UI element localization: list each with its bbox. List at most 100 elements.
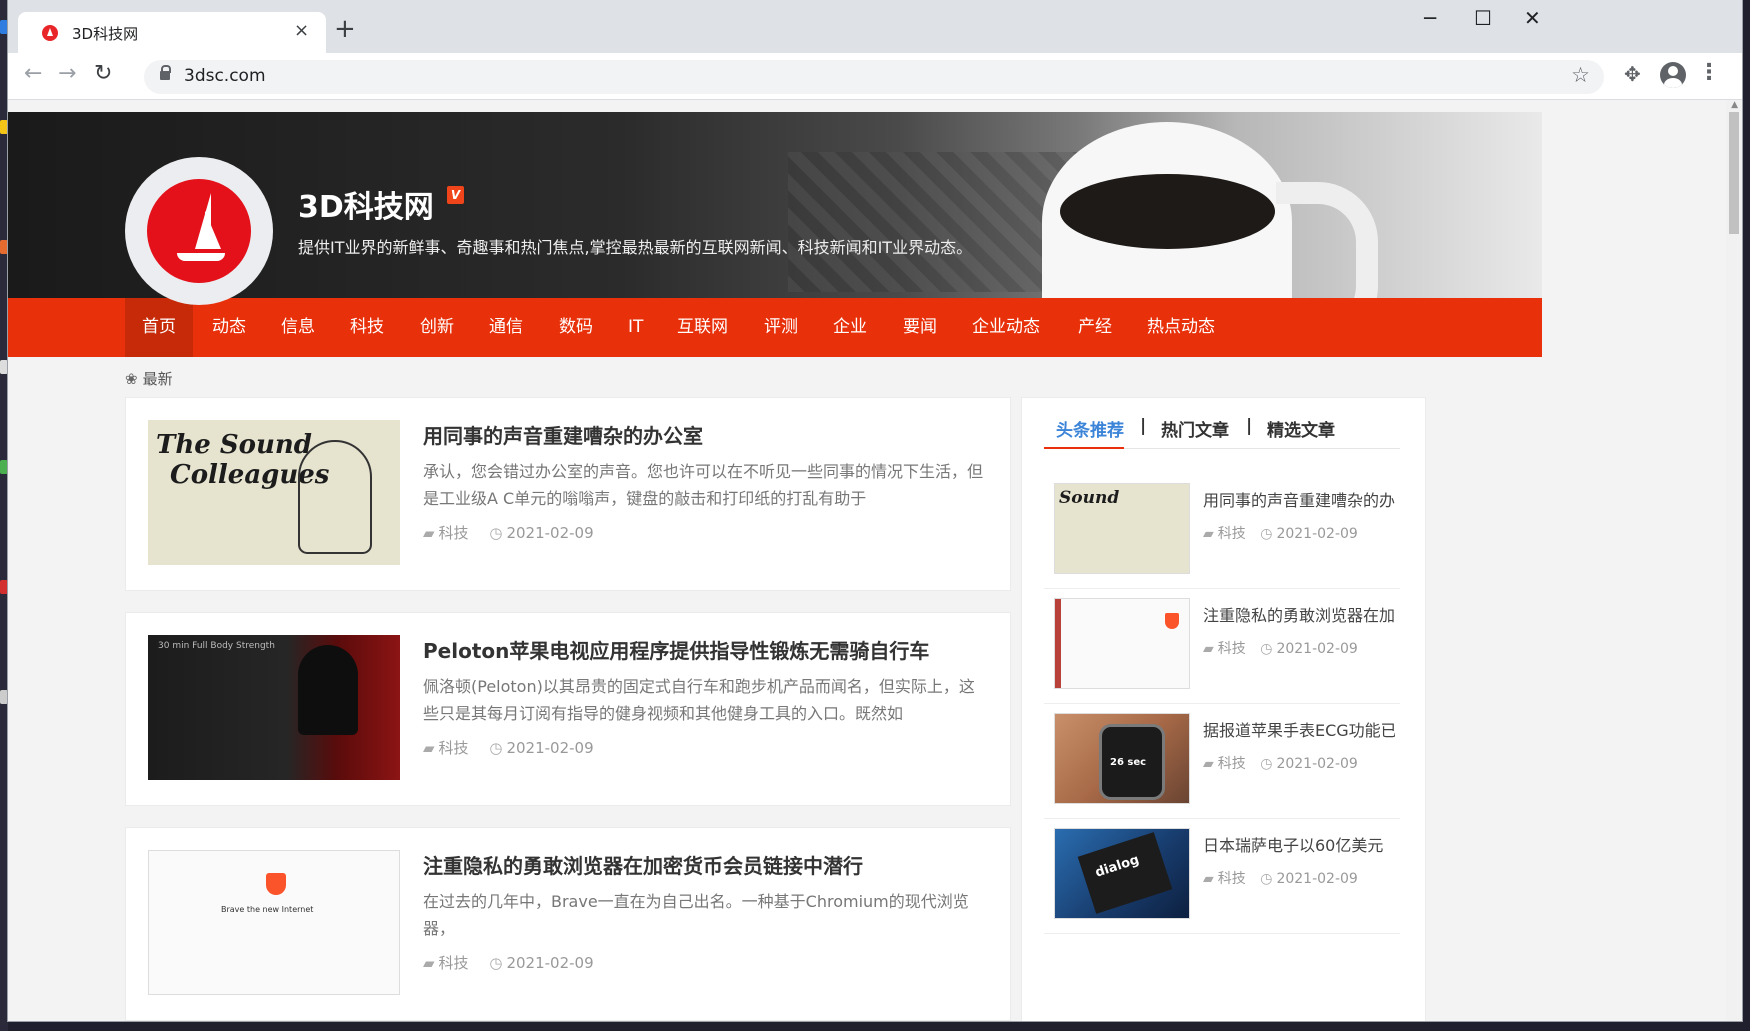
profile-avatar-icon[interactable] bbox=[1660, 62, 1686, 88]
site-name[interactable]: 3D科技网 bbox=[298, 182, 434, 226]
sidebar-item[interactable]: dialog 日本瑞萨电子以60亿美元 ▰ 科技 ◷ 2021-02-09 bbox=[1044, 818, 1400, 934]
close-window-button[interactable]: ✕ bbox=[1524, 6, 1541, 30]
sidebar-item-date: 2021-02-09 bbox=[1276, 871, 1358, 887]
article-excerpt: 佩洛顿(Peloton)以其昂贵的固定式自行车和跑步机产品而闻名，但实际上，这些… bbox=[423, 677, 975, 723]
nav-item[interactable]: 科技 bbox=[333, 298, 401, 357]
clock-icon: ◷ bbox=[1260, 641, 1273, 657]
article-category[interactable]: 科技 bbox=[439, 954, 469, 972]
nav-item[interactable]: 企业 bbox=[816, 298, 884, 357]
sidebar-item-category[interactable]: 科技 bbox=[1218, 871, 1246, 887]
tab-featured[interactable]: 精选文章 bbox=[1267, 416, 1335, 441]
tab-headline[interactable]: 头条推荐 bbox=[1056, 416, 1124, 441]
scrollbar-thumb[interactable] bbox=[1729, 112, 1739, 234]
desktop-icon[interactable] bbox=[0, 20, 8, 34]
sidebar-item[interactable]: 26 sec 据报道苹果手表ECG功能已 ▰ 科技 ◷ 2021-02-09 bbox=[1044, 703, 1400, 819]
back-icon[interactable]: ← bbox=[24, 61, 42, 86]
sidebar-thumbnail[interactable] bbox=[1054, 598, 1190, 689]
desktop-icon[interactable] bbox=[0, 580, 8, 594]
watch-image: 26 sec bbox=[1099, 724, 1165, 800]
article-thumbnail[interactable]: The Sound Colleagues bbox=[148, 420, 400, 565]
minimize-button[interactable]: ─ bbox=[1424, 6, 1436, 30]
address-bar[interactable]: 3dsc.com ☆ bbox=[144, 60, 1604, 94]
thumb-text: dialog bbox=[1093, 852, 1142, 881]
sidebar-item[interactable]: Sound 用同事的声音重建嘈杂的办公室 ▰科技 ◷2021-02-09 bbox=[1044, 473, 1400, 589]
nav-item[interactable]: 数码 bbox=[542, 298, 610, 357]
page-scrollbar[interactable]: ▲ bbox=[1726, 100, 1742, 1021]
nav-item[interactable]: 热点动态 bbox=[1130, 298, 1232, 357]
article-card[interactable]: Brave the new Internet 注重隐私的勇敢浏览器在加密货币会员… bbox=[125, 827, 1011, 1021]
reload-icon[interactable]: ↻ bbox=[94, 61, 112, 86]
sidebar-item-date: 2021-02-09 bbox=[1276, 526, 1358, 542]
nav-item[interactable]: 动态 bbox=[195, 298, 263, 357]
sidebar-item-title[interactable]: 日本瑞萨电子以60亿美元 bbox=[1203, 832, 1395, 856]
forward-icon[interactable]: → bbox=[58, 61, 76, 86]
nav-item[interactable]: IT bbox=[611, 298, 660, 357]
sidebar-item-meta: ▰ 科技 ◷ 2021-02-09 bbox=[1203, 868, 1358, 888]
lock-icon bbox=[160, 65, 171, 80]
article-card[interactable]: The Sound Colleagues 用同事的声音重建嘈杂的办公室 承认，您… bbox=[125, 397, 1011, 591]
sidebar-thumbnail[interactable]: dialog bbox=[1054, 828, 1190, 919]
desktop-icon[interactable] bbox=[0, 460, 8, 474]
folder-icon: ▰ bbox=[1203, 871, 1214, 887]
bookmark-star-icon[interactable]: ☆ bbox=[1571, 63, 1590, 87]
article-thumbnail[interactable]: Brave the new Internet bbox=[148, 850, 400, 995]
section-label-text: 最新 bbox=[142, 370, 173, 388]
article-meta: ▰ 科技 ◷ 2021-02-09 bbox=[423, 737, 594, 758]
new-tab-button[interactable]: + bbox=[334, 14, 356, 44]
article-card[interactable]: 30 min Full Body Strength Peloton苹果电视应用程… bbox=[125, 612, 1011, 806]
nav-item[interactable]: 评测 bbox=[747, 298, 815, 357]
banner-cup-handle bbox=[1276, 182, 1378, 298]
nav-item[interactable]: 创新 bbox=[403, 298, 471, 357]
nav-item[interactable]: 互联网 bbox=[660, 298, 745, 357]
thumb-text: 30 min Full Body Strength bbox=[158, 641, 275, 651]
sidebar-thumbnail[interactable]: Sound bbox=[1054, 483, 1190, 574]
article-title[interactable]: Peloton苹果电视应用程序提供指导性锻炼无需骑自行车 bbox=[423, 635, 929, 664]
article-thumbnail[interactable]: 30 min Full Body Strength bbox=[148, 635, 400, 780]
nav-item[interactable]: 要闻 bbox=[886, 298, 954, 357]
sidebar-item-category[interactable]: 科技 bbox=[1218, 526, 1246, 542]
sidebar-item-category[interactable]: 科技 bbox=[1218, 756, 1246, 772]
browser-window: 3D科技网 × + ─ ☐ ✕ ← → ↻ 3dsc.com ☆ ✥ ⋮ 3D科… bbox=[8, 0, 1742, 1021]
article-date: 2021-02-09 bbox=[506, 739, 594, 757]
brave-shield-icon bbox=[1165, 613, 1179, 629]
tab-close-icon[interactable]: × bbox=[294, 20, 309, 41]
nav-item[interactable]: 企业动态 bbox=[955, 298, 1057, 357]
sidebar-item[interactable]: 注重隐私的勇敢浏览器在加密货币会员链接中潜行 ▰科技 ◷2021-02-09 bbox=[1044, 588, 1400, 704]
banner-coffee bbox=[1060, 174, 1275, 249]
article-category[interactable]: 科技 bbox=[439, 739, 469, 757]
tab-hot[interactable]: 热门文章 bbox=[1161, 416, 1229, 441]
sidebar-item-date: 2021-02-09 bbox=[1276, 641, 1358, 657]
sidebar: 头条推荐 | 热门文章 | 精选文章 Sound 用同事的声音重建嘈杂的办公室 … bbox=[1021, 397, 1426, 1021]
site-logo[interactable] bbox=[125, 157, 273, 305]
nav-item[interactable]: 信息 bbox=[264, 298, 332, 357]
nav-item[interactable]: 产经 bbox=[1061, 298, 1129, 357]
sidebar-item-date: 2021-02-09 bbox=[1276, 756, 1358, 772]
more-menu-icon[interactable]: ⋮ bbox=[1698, 60, 1720, 85]
desktop-icon[interactable] bbox=[0, 360, 8, 374]
web-page: 3D科技网 V 提供IT业界的新鲜事、奇趣事和热门焦点,掌控最热最新的互联网新闻… bbox=[8, 100, 1742, 1021]
folder-icon: ▰ bbox=[423, 524, 435, 542]
article-category[interactable]: 科技 bbox=[439, 524, 469, 542]
browser-tab[interactable]: 3D科技网 × bbox=[18, 12, 326, 53]
desktop-icon[interactable] bbox=[0, 240, 8, 254]
tab-separator: | bbox=[1140, 416, 1147, 436]
scroll-up-arrow-icon[interactable]: ▲ bbox=[1731, 100, 1738, 110]
desktop-icon[interactable] bbox=[0, 120, 8, 134]
sidebar-item-title[interactable]: 用同事的声音重建嘈杂的办公室 bbox=[1203, 487, 1395, 511]
sidebar-item-title[interactable]: 据报道苹果手表ECG功能已 bbox=[1203, 717, 1395, 741]
article-excerpt: 在过去的几年中，Brave一直在为自己出名。一种基于Chromium的现代浏览器… bbox=[423, 892, 969, 938]
nav-item[interactable]: 通信 bbox=[472, 298, 540, 357]
article-title[interactable]: 注重隐私的勇敢浏览器在加密货币会员链接中潜行 bbox=[423, 850, 863, 879]
thumb-text: Sound bbox=[1059, 488, 1120, 508]
url-text[interactable]: 3dsc.com bbox=[184, 66, 266, 86]
folder-icon: ▰ bbox=[1203, 756, 1214, 772]
maximize-button[interactable]: ☐ bbox=[1474, 6, 1492, 30]
extensions-puzzle-icon[interactable]: ✥ bbox=[1624, 62, 1641, 86]
sidebar-item-category[interactable]: 科技 bbox=[1218, 641, 1246, 657]
article-title[interactable]: 用同事的声音重建嘈杂的办公室 bbox=[423, 420, 703, 449]
nav-item-home[interactable]: 首页 bbox=[125, 298, 193, 357]
sidebar-thumbnail[interactable]: 26 sec bbox=[1054, 713, 1190, 804]
verified-badge: V bbox=[447, 186, 464, 204]
sidebar-item-title[interactable]: 注重隐私的勇敢浏览器在加密货币会员链接中潜行 bbox=[1203, 602, 1395, 626]
desktop-icon[interactable] bbox=[0, 690, 8, 704]
